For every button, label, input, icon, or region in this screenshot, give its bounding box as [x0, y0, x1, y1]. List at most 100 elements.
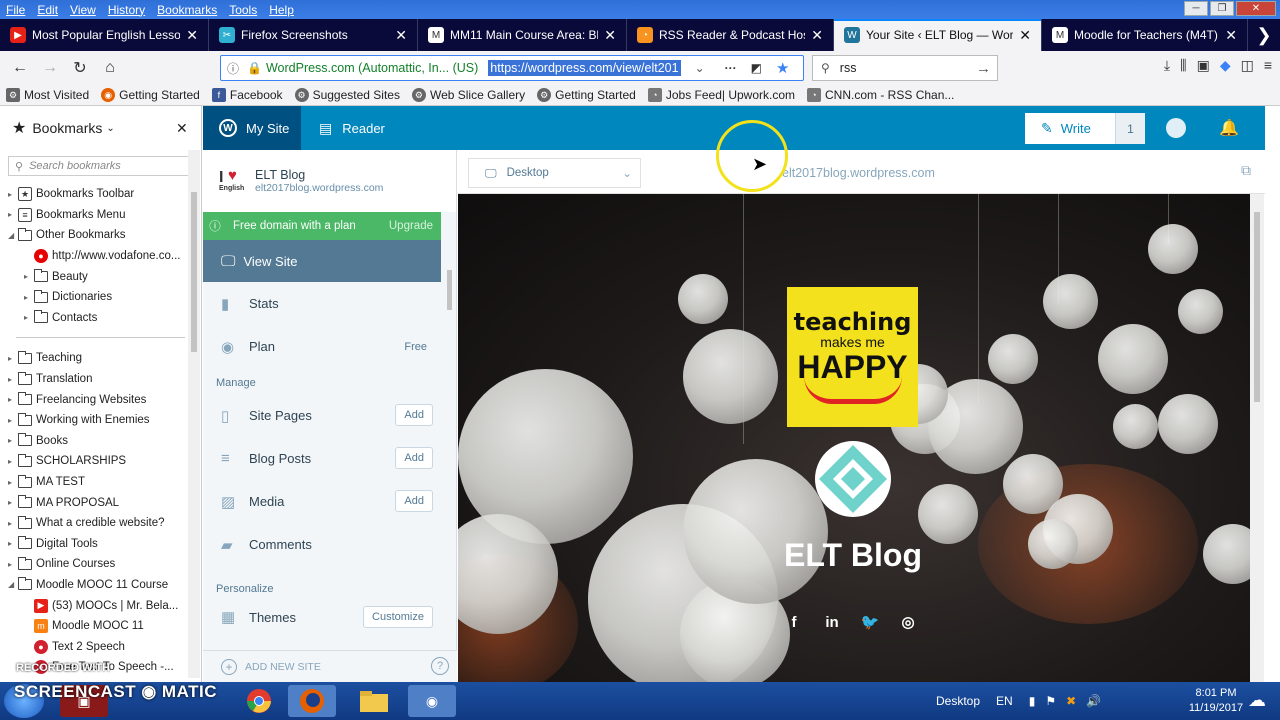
my-site-button[interactable]: W My Site [203, 106, 301, 150]
help-icon[interactable]: ? [431, 657, 449, 675]
bookmark-tree-item[interactable]: ▸ SCHOLARSHIPS [0, 451, 201, 472]
twisty-icon[interactable]: ▸ [8, 478, 18, 487]
menu-help[interactable]: Help [263, 3, 300, 17]
customize-button[interactable]: Customize [363, 606, 433, 628]
reload-icon[interactable]: ↻ [66, 54, 94, 82]
tab-mm11[interactable]: M MM11 Main Course Area: Blog ✕ [418, 19, 627, 51]
bookmark-tree-item[interactable]: ▸ Teaching [0, 348, 201, 369]
new-tab-button[interactable]: ❯ [1248, 19, 1280, 51]
bookmark-tree-item[interactable]: ▸ MA TEST [0, 472, 201, 493]
language-indicator[interactable]: EN [996, 694, 1013, 708]
scrollbar-thumb[interactable] [447, 270, 452, 310]
flag-icon[interactable]: ⚑ [1045, 694, 1056, 708]
screencast-app-icon[interactable]: ◉ [408, 685, 456, 717]
bookmark-tree-item[interactable]: ▸ Online Courses [0, 554, 201, 575]
bookmark-tree-item[interactable]: ▸ What a credible website? [0, 513, 201, 534]
library-icon[interactable]: ⫼ [1180, 57, 1186, 74]
twisty-icon[interactable]: ▸ [24, 293, 34, 302]
twisty-icon[interactable]: ▸ [8, 416, 18, 425]
bookmark-tree-item[interactable]: ▸ Books [0, 431, 201, 452]
close-tab-icon[interactable]: ✕ [811, 27, 823, 44]
download-icon[interactable]: ⤓ [1164, 57, 1170, 74]
forward-icon[interactable]: → [36, 54, 64, 82]
url-bar[interactable]: ⓘ 🔒 WordPress.com (Automattic, In... (US… [220, 55, 804, 81]
bookmark-tree-item[interactable]: ▸ Freelancing Websites [0, 389, 201, 410]
extension-icon[interactable]: ◆ [1220, 57, 1231, 74]
reader-button[interactable]: ▤ Reader [319, 120, 385, 137]
site-preview[interactable]: teaching makes me HAPPY ELT Blog f in 🐦 … [458, 194, 1250, 682]
chevron-down-icon[interactable]: ⌄ [695, 61, 705, 75]
menu-bookmarks[interactable]: Bookmarks [151, 3, 223, 17]
site-title-heading[interactable]: ELT Blog [708, 537, 998, 574]
bookmark-star-icon[interactable]: ★ [776, 59, 789, 77]
tool-icon[interactable]: ✖ [1066, 694, 1076, 708]
bookmark-upwork[interactable]: ◔ Jobs Feed| Upwork.com [642, 88, 801, 102]
search-value[interactable]: rss [840, 61, 857, 75]
close-window-button[interactable]: ✕ [1236, 1, 1276, 16]
sidebar-header[interactable]: ★ Bookmarks ⌄ ✕ [0, 106, 201, 150]
blog-posts-item[interactable]: ≡ Blog Posts Add [203, 437, 441, 480]
tab-your-site[interactable]: W Your Site ‹ ELT Blog — WordPr ✕ [834, 19, 1042, 51]
twisty-icon[interactable]: ▸ [8, 375, 18, 384]
bookmark-suggested-sites[interactable]: ⚙ Suggested Sites [289, 88, 406, 102]
back-icon[interactable]: ← [6, 54, 34, 82]
bookmark-tree-item[interactable]: ▸ ★ Bookmarks Toolbar [0, 184, 201, 205]
bookmark-tree-item[interactable]: ▸ Dictionaries [0, 287, 201, 308]
menu-history[interactable]: History [102, 3, 151, 17]
media-item[interactable]: ▨ Media Add [203, 480, 441, 523]
bookmark-tree-item[interactable]: ▸ ≡ Bookmarks Menu [0, 205, 201, 226]
site-card[interactable]: I ♥ English ELT Blog elt2017blog.wordpre… [203, 150, 456, 212]
file-explorer-icon[interactable] [350, 685, 398, 717]
twisty-icon[interactable]: ▸ [8, 457, 18, 466]
facebook-icon[interactable]: f [784, 612, 804, 632]
preview-scrollbar[interactable] [1250, 194, 1264, 682]
bookmark-tree-item[interactable]: ▸ Translation [0, 369, 201, 390]
twisty-icon[interactable]: ▸ [8, 395, 18, 404]
device-selector[interactable]: 🖵 Desktop ⌄ [468, 158, 641, 188]
plan-item[interactable]: ◉ Plan Free [203, 325, 441, 368]
bookmark-getting-started-2[interactable]: ⚙ Getting Started [531, 88, 642, 102]
bookmark-facebook[interactable]: f Facebook [206, 88, 289, 102]
pocket-icon[interactable]: ◩ [751, 61, 762, 75]
view-site-item[interactable]: 🖵 View Site [203, 240, 441, 282]
clock[interactable]: 8:01 PM 11/19/2017 [1184, 686, 1248, 716]
wp-sidebar-scrollbar[interactable] [443, 150, 455, 650]
bookmark-web-slice[interactable]: ⚙ Web Slice Gallery [406, 88, 531, 102]
themes-item[interactable]: ▦ Themes Customize [203, 600, 441, 634]
bookmark-getting-started[interactable]: ◉ Getting Started [95, 88, 206, 102]
bookmark-cnn[interactable]: ◔ CNN.com - RSS Chan... [801, 88, 960, 102]
comments-item[interactable]: ▰ Comments [203, 523, 441, 566]
chevron-down-icon[interactable]: ⌄ [106, 123, 114, 134]
add-new-site-link[interactable]: + ADD NEW SITE ? [203, 650, 457, 682]
tab-english-lessons[interactable]: ▶ Most Popular English Lessons ✕ [0, 19, 209, 51]
go-arrow-icon[interactable]: → [976, 60, 991, 77]
twisty-icon[interactable]: ▸ [8, 190, 18, 199]
tab-moodle-teachers[interactable]: M Moodle for Teachers (M4T): Bl ✕ [1042, 19, 1248, 51]
scrollbar-thumb[interactable] [191, 192, 197, 352]
sidebar-scrollbar[interactable] [188, 150, 200, 678]
volume-icon[interactable]: 🔊 [1086, 694, 1101, 708]
twisty-icon[interactable]: ◢ [8, 231, 18, 240]
add-media-button[interactable]: Add [395, 490, 433, 512]
instagram-icon[interactable]: ◎ [898, 612, 918, 632]
twisty-icon[interactable]: ▸ [8, 560, 18, 569]
add-post-button[interactable]: Add [395, 447, 433, 469]
tab-firefox-screenshots[interactable]: ✂ Firefox Screenshots ✕ [209, 19, 418, 51]
info-icon[interactable]: ⓘ [227, 60, 239, 77]
twisty-icon[interactable]: ▸ [24, 313, 34, 322]
twisty-icon[interactable]: ▸ [8, 210, 18, 219]
external-link-icon[interactable]: ⧉ [1241, 162, 1251, 179]
upgrade-link[interactable]: Upgrade [389, 220, 433, 232]
bookmarks-search-input[interactable]: ⚲ Search bookmarks [8, 156, 193, 176]
bookmark-tree-item[interactable]: m Moodle MOOC 11 [0, 616, 201, 637]
twisty-icon[interactable]: ▸ [24, 272, 34, 281]
add-page-button[interactable]: Add [395, 404, 433, 426]
chrome-icon[interactable] [235, 685, 283, 717]
menu-icon[interactable]: ≡ [1264, 57, 1272, 74]
close-sidebar-icon[interactable]: ✕ [176, 120, 188, 137]
scrollbar-thumb[interactable] [1254, 212, 1260, 402]
page-actions-icon[interactable]: ··· [725, 61, 737, 75]
start-button[interactable] [4, 684, 44, 718]
bookmark-tree-item[interactable]: ▸ MA PROPOSAL [0, 492, 201, 513]
menu-file[interactable]: File [0, 3, 31, 17]
